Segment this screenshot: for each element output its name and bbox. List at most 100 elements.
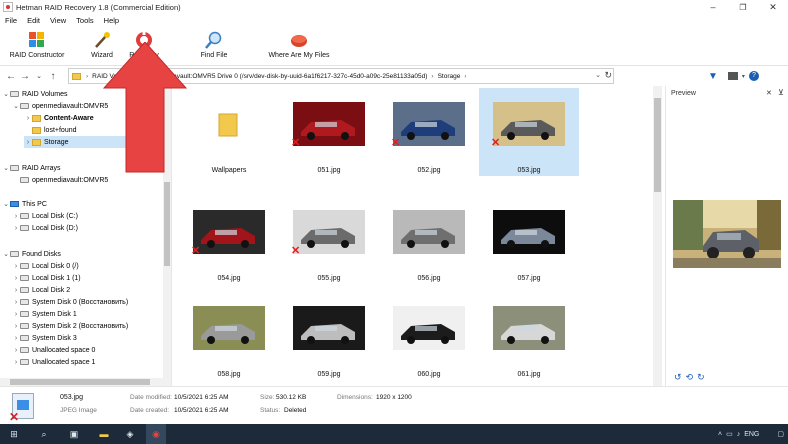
path-history-icon[interactable]: ⌄: [595, 71, 601, 79]
search-icon[interactable]: ⌕: [34, 424, 54, 444]
tree-sd1[interactable]: › System Disk 1: [12, 308, 171, 320]
back-icon[interactable]: ←: [4, 69, 18, 83]
path-segment-storage[interactable]: Storage: [436, 73, 463, 80]
file-tile[interactable]: ✕ 053.jpg: [479, 88, 579, 176]
window-title: Hetman RAID Recovery 1.8 (Commercial Edi…: [16, 2, 181, 12]
drive-icon: [20, 225, 29, 231]
tree-this-pc[interactable]: ⌄ This PC: [2, 198, 166, 210]
drive-icon: [20, 103, 29, 109]
minimize-button[interactable]: –: [698, 0, 728, 14]
menu-edit[interactable]: Edit: [22, 16, 45, 25]
tree-label: openmediavault:OMVR5: [32, 102, 109, 110]
help-icon[interactable]: ?: [748, 71, 759, 81]
restore-button[interactable]: ❐: [728, 0, 758, 14]
grid-vertical-scrollbar[interactable]: [653, 86, 662, 386]
language-indicator[interactable]: ENG: [744, 431, 759, 438]
dropdown-icon[interactable]: ⌄: [32, 69, 46, 83]
drive-icon: [20, 299, 29, 305]
scrollbar-thumb[interactable]: [654, 98, 661, 192]
tree-sd0[interactable]: › System Disk 0 (Восстановить): [12, 296, 171, 308]
file-tile[interactable]: 060.jpg: [379, 292, 479, 380]
file-explorer-icon[interactable]: ▬: [94, 424, 114, 444]
windows-start-icon[interactable]: ⊞: [4, 424, 24, 444]
tree-ld1[interactable]: › Local Disk 1 (1): [12, 272, 171, 284]
deleted-mark-icon: ✕: [191, 245, 201, 257]
tree-un1[interactable]: › Unallocated space 1: [12, 356, 171, 368]
deleted-mark-icon: ✕: [291, 245, 301, 257]
file-tile[interactable]: 061.jpg: [479, 292, 579, 380]
tree-ld0[interactable]: › Local Disk 0 (/): [12, 260, 171, 272]
folder-icon: [193, 102, 265, 146]
file-tile[interactable]: ✕ 051.jpg: [279, 88, 379, 176]
file-tile[interactable]: 057.jpg: [479, 196, 579, 284]
tree-local-c[interactable]: › Local Disk (C:): [12, 210, 171, 222]
app-tray-icon[interactable]: ◈: [120, 424, 140, 444]
status-bar: ✕ 053.jpg JPEG Image Date modified: 10/5…: [0, 386, 788, 424]
file-tile[interactable]: 058.jpg: [179, 292, 279, 380]
tree-ld2[interactable]: › Local Disk 2: [12, 284, 171, 296]
tree-label: Unallocated space 1: [32, 358, 96, 366]
size-value: 530.12 KB: [276, 394, 307, 401]
speaker-icon[interactable]: ♪: [737, 431, 741, 438]
menu-file[interactable]: File: [0, 16, 22, 25]
menu-help[interactable]: Help: [99, 16, 124, 25]
rotate-left-icon[interactable]: ↺: [674, 372, 682, 383]
notification-icon[interactable]: ▢: [777, 430, 784, 438]
image-thumbnail: [393, 210, 465, 254]
tree-sd2[interactable]: › System Disk 2 (Восстановить): [12, 320, 171, 332]
folder-icon: [32, 138, 41, 146]
find-file-button[interactable]: Find File: [196, 28, 232, 64]
raid-icon: [10, 165, 19, 171]
tree-omv-array[interactable]: openmediavault:OMVR5: [12, 174, 171, 186]
pin-icon[interactable]: ⊻: [778, 88, 784, 97]
tree-label: This PC: [22, 200, 47, 208]
refresh-icon[interactable]: ↻: [604, 70, 612, 81]
tree-sd3[interactable]: › System Disk 3: [12, 332, 171, 344]
where-are-my-files-button[interactable]: Where Are My Files: [266, 28, 332, 64]
tree-found-disks[interactable]: ⌄ Found Disks: [2, 248, 166, 260]
scrollbar-thumb[interactable]: [164, 182, 170, 266]
rotate-icon[interactable]: ⟲: [686, 372, 694, 383]
drive-icon: [20, 311, 29, 317]
file-name: 059.jpg: [317, 371, 341, 378]
raid-constructor-button[interactable]: RAID Constructor: [6, 28, 68, 64]
file-tile[interactable]: 059.jpg: [279, 292, 379, 380]
file-name: 051.jpg: [317, 167, 341, 174]
menu-tools[interactable]: Tools: [71, 16, 99, 25]
status-value: Deleted: [284, 407, 307, 414]
file-tile[interactable]: ✕ 055.jpg: [279, 196, 379, 284]
file-tile[interactable]: ✕ 054.jpg: [179, 196, 279, 284]
date-created-label: Date created:: [130, 407, 170, 414]
close-button[interactable]: ✕: [758, 0, 788, 14]
scrollbar-thumb[interactable]: [10, 379, 150, 385]
raid-recovery-taskbar-icon[interactable]: ◉: [146, 424, 166, 444]
disk-question-icon: [289, 30, 309, 50]
tree-un0[interactable]: › Unallocated space 0: [12, 344, 171, 356]
drive-icon: [20, 359, 29, 365]
view-mode-icon[interactable]: [727, 72, 738, 80]
file-tile[interactable]: ✕ 052.jpg: [379, 88, 479, 176]
taskbar: ⊞ ⌕ ▣ ▬ ◈ ◉ ˄ ▭ ♪ ENG ▢: [0, 424, 788, 444]
view-dropdown-icon[interactable]: ▾: [742, 73, 745, 80]
forward-icon[interactable]: →: [18, 69, 32, 83]
rotate-right-icon[interactable]: ↻: [697, 372, 705, 383]
network-icon[interactable]: ▭: [726, 430, 733, 438]
up-icon[interactable]: ↑: [46, 69, 60, 83]
preview-pane: Preview ✕ ⊻ ↺ ⟲ ↻: [665, 86, 788, 386]
drive-icon: [20, 287, 29, 293]
filter-icon[interactable]: ▼: [708, 71, 718, 82]
menu-view[interactable]: View: [45, 16, 71, 25]
app-icon: [3, 2, 13, 12]
image-thumbnail: [393, 306, 465, 350]
tray-chevron-icon[interactable]: ˄: [718, 431, 722, 438]
image-thumbnail: [493, 306, 565, 350]
drive-icon: [20, 213, 29, 219]
path-separator: ›: [464, 72, 467, 80]
title-bar: Hetman RAID Recovery 1.8 (Commercial Edi…: [0, 0, 788, 14]
task-view-icon[interactable]: ▣: [64, 424, 84, 444]
folder-tile[interactable]: Wallpapers: [179, 88, 279, 176]
close-preview-icon[interactable]: ✕: [766, 89, 772, 97]
tree-horizontal-scrollbar[interactable]: [0, 378, 163, 386]
file-tile[interactable]: 056.jpg: [379, 196, 479, 284]
tree-local-d[interactable]: › Local Disk (D:): [12, 222, 171, 234]
